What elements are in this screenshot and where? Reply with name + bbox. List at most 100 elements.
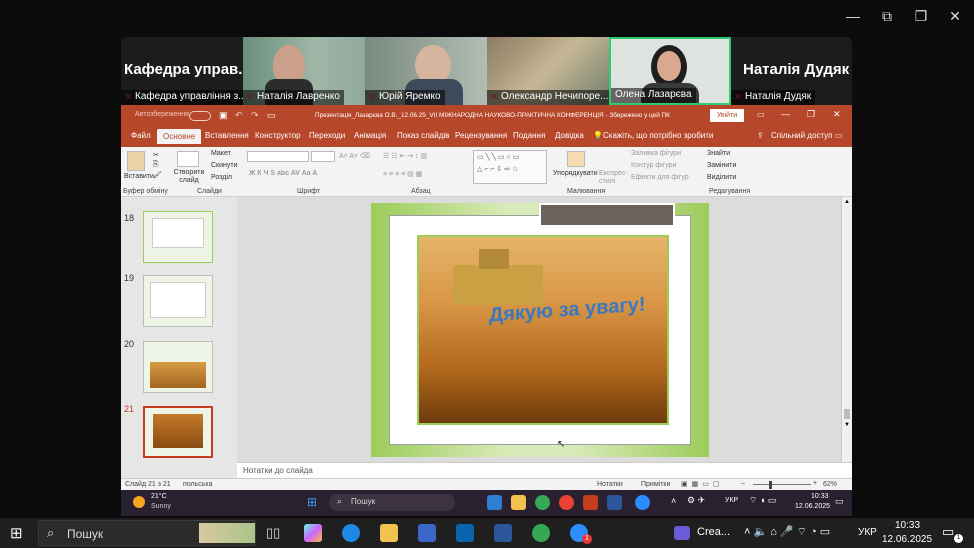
list-icons[interactable]: ☰ ☷ ⇤ ⇥ ↕ ▥ [383, 152, 427, 160]
arrange-button[interactable]: Упорядкувати [553, 170, 598, 177]
participant-tile[interactable]: ✕ Олександр Нечипоре... [487, 37, 609, 105]
minimize-icon[interactable]: — [843, 8, 863, 24]
cut-icon[interactable]: ✂ [153, 151, 159, 159]
restore-icon[interactable]: ⧉ [877, 8, 897, 25]
vertical-scrollbar[interactable]: ▲ ▼ [841, 197, 852, 462]
font-format-icons[interactable]: Ж К Ч S abc AV Aa A [249, 170, 317, 177]
maximize-icon[interactable]: ❐ [911, 8, 931, 25]
find-button[interactable]: Знайти [707, 150, 730, 157]
participant-tile[interactable]: Кафедра управ... ✕ Кафедра управління з.… [121, 37, 243, 105]
slide-thumbnail[interactable] [143, 211, 213, 263]
scroll-up-icon[interactable]: ▲ [844, 199, 850, 205]
zoom-out-icon[interactable]: – [741, 480, 745, 487]
slide-thumbnail-selected[interactable] [143, 406, 213, 458]
edge-taskbar-icon[interactable] [342, 524, 360, 542]
clipchamp-icon[interactable] [674, 526, 690, 540]
tab-file[interactable]: Файл [131, 131, 151, 140]
tab-insert[interactable]: Вставлення [205, 131, 249, 140]
file-explorer-icon[interactable] [511, 495, 526, 510]
tab-home[interactable]: Основне [157, 129, 202, 144]
tray-icons[interactable]: ˄ 🔈 ⌂ 🎤 ⌔ ◔ ▭ [744, 525, 830, 539]
notes-toggle[interactable]: Нотатки [597, 481, 623, 488]
scroll-thumb[interactable] [844, 409, 850, 419]
word-icon[interactable] [607, 495, 622, 510]
zoom-in-icon[interactable]: + [813, 480, 817, 487]
section-button[interactable]: Розділ [211, 174, 232, 181]
task-view-icon[interactable]: ▯▯ [266, 525, 280, 541]
ppt-restore-icon[interactable]: ❐ [807, 109, 815, 120]
participant-tile[interactable]: Наталія Дудяк ✕ Наталія Дудяк [731, 37, 852, 105]
participant-tile-active[interactable]: Олена Лазарєва [609, 37, 731, 105]
undo-icon[interactable]: ↶ [235, 110, 243, 121]
view-icons[interactable]: ▣▦▭▢ [681, 480, 723, 488]
zoom-slider-thumb[interactable] [769, 481, 772, 489]
paste-icon[interactable] [127, 151, 145, 171]
chrome-taskbar-icon[interactable] [532, 524, 550, 542]
ppt-minimize-icon[interactable]: — [781, 109, 790, 119]
participant-tile[interactable]: ✕ Юрій Яремко [365, 37, 487, 105]
quick-styles-button[interactable]: Експрес-стилі [599, 170, 629, 186]
tab-transitions[interactable]: Переходи [309, 131, 345, 140]
tab-review[interactable]: Рецензування [455, 131, 507, 140]
font-grow-icon[interactable]: A˄ A˅ ⌫ [339, 152, 370, 160]
shape-fill-button[interactable]: Заливка фігури [631, 150, 681, 157]
new-slide-icon[interactable] [177, 151, 199, 167]
save-icon[interactable]: ▣ [219, 110, 228, 121]
signin-button[interactable]: Увійти [710, 109, 744, 122]
edge-icon[interactable] [487, 495, 502, 510]
outlook-taskbar-icon[interactable] [456, 524, 474, 542]
explorer-taskbar-icon[interactable] [380, 524, 398, 542]
shape-effects-button[interactable]: Ефекти для фігур [631, 174, 689, 181]
tray-chevron-icon[interactable]: ˄ [671, 496, 676, 506]
start-icon[interactable]: ⊞ [307, 495, 317, 509]
zoom-slider[interactable] [753, 484, 811, 485]
reset-button[interactable]: Скинути [211, 162, 238, 169]
taskbar-lang[interactable]: УКР [858, 527, 877, 538]
store-taskbar-icon[interactable] [418, 524, 436, 542]
notification-center-icon[interactable]: ▭ [942, 524, 954, 540]
powerpoint-icon[interactable] [583, 495, 598, 510]
copy-icon[interactable]: ⎘ [153, 161, 159, 169]
comments-icon[interactable]: ▭ [835, 131, 843, 140]
replace-button[interactable]: Замінити [707, 162, 736, 169]
layout-button[interactable]: Макет [211, 150, 231, 157]
participant-tile[interactable]: ✕ Наталія Лавренко [243, 37, 365, 105]
comments-toggle[interactable]: Примітки [641, 481, 670, 488]
word-taskbar-icon[interactable] [494, 524, 512, 542]
search-box[interactable]: ⌕ Пошук [329, 494, 455, 511]
select-button[interactable]: Виділити [707, 174, 736, 181]
chrome-icon[interactable] [535, 495, 550, 510]
shape-outline-button[interactable]: Контур фігури [631, 162, 676, 169]
tab-view[interactable]: Подання [513, 131, 545, 140]
chrome-alt-icon[interactable] [559, 495, 574, 510]
taskbar-search-box[interactable]: ⌕ Пошук [38, 520, 256, 546]
arrange-icon[interactable] [567, 151, 585, 167]
redo-icon[interactable]: ↷ [251, 110, 259, 121]
slide-thumbnail[interactable] [143, 275, 213, 327]
app-label[interactable]: Crea... [697, 526, 730, 538]
align-icons[interactable]: ≡ ≡ ≡ ≡ ▤ ▦ [383, 170, 422, 178]
windows-start-icon[interactable]: ⊞ [10, 524, 23, 542]
new-slide-button[interactable]: Створити слайд [171, 169, 207, 185]
share-button[interactable]: Спільний доступ [771, 131, 833, 140]
ppt-close-icon[interactable]: ✕ [833, 109, 841, 120]
language-status[interactable]: польська [183, 481, 213, 488]
format-painter-icon[interactable]: 🖌 [153, 171, 162, 179]
tab-design[interactable]: Конструктор [255, 131, 301, 140]
zoom-level[interactable]: 62% [823, 481, 837, 488]
tab-slideshow[interactable]: Показ слайдів [397, 131, 449, 140]
font-size-field[interactable] [311, 151, 335, 162]
paste-button[interactable]: Вставити [124, 173, 154, 180]
inner-lang[interactable]: УКР [725, 497, 738, 504]
autosave-toggle[interactable] [189, 111, 211, 121]
font-name-field[interactable] [247, 151, 309, 162]
zoom-app-icon[interactable] [635, 495, 650, 510]
copilot-icon[interactable] [304, 524, 322, 542]
inner-notification-icon[interactable]: ▭ [835, 496, 844, 507]
ribbon-display-icon[interactable]: ▭ [757, 110, 765, 119]
slide-thumbnail[interactable] [143, 341, 213, 393]
current-slide[interactable]: Дякую за увагу! [371, 203, 709, 457]
tell-me-input[interactable]: Скажіть, що потрібно зробити [603, 131, 713, 140]
start-show-icon[interactable]: ▭ [267, 110, 276, 121]
tab-help[interactable]: Довідка [555, 131, 584, 140]
